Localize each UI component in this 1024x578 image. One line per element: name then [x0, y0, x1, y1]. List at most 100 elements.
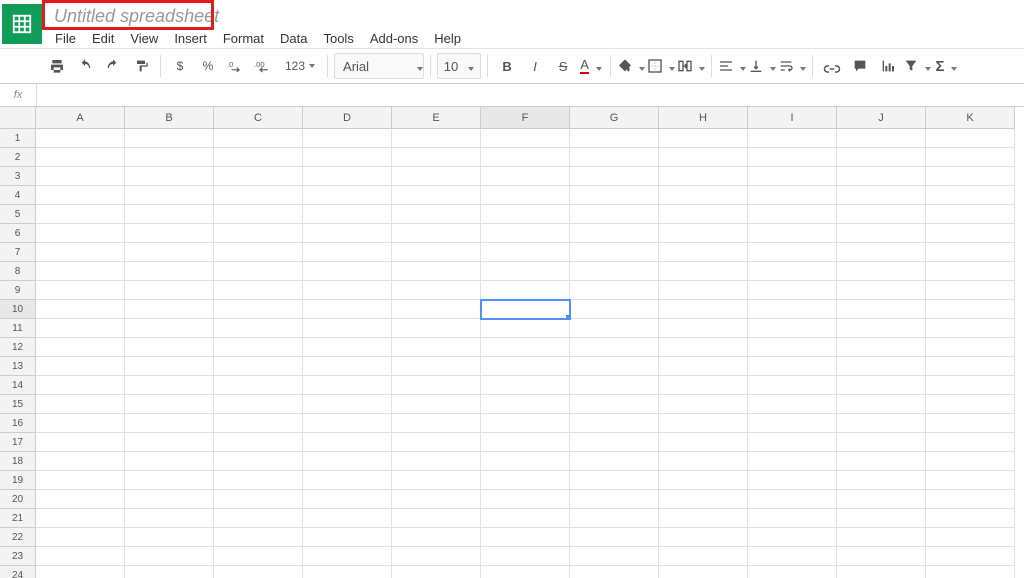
cell[interactable]: [748, 471, 837, 490]
cell[interactable]: [570, 281, 659, 300]
cell[interactable]: [125, 129, 214, 148]
cell[interactable]: [659, 566, 748, 578]
column-header[interactable]: G: [570, 107, 659, 129]
cell[interactable]: [125, 376, 214, 395]
cell[interactable]: [837, 281, 926, 300]
column-header[interactable]: K: [926, 107, 1015, 129]
cell[interactable]: [837, 205, 926, 224]
increase-decimal-button[interactable]: .00: [251, 53, 277, 79]
column-header[interactable]: C: [214, 107, 303, 129]
cell[interactable]: [214, 148, 303, 167]
cell[interactable]: [748, 319, 837, 338]
cell[interactable]: [570, 300, 659, 319]
cell[interactable]: [659, 452, 748, 471]
cell[interactable]: [303, 167, 392, 186]
row-header[interactable]: 11: [0, 319, 36, 338]
cell[interactable]: [926, 300, 1015, 319]
cell[interactable]: [214, 528, 303, 547]
cell[interactable]: [570, 471, 659, 490]
cell[interactable]: [214, 490, 303, 509]
cell[interactable]: [570, 509, 659, 528]
menu-insert[interactable]: Insert: [167, 29, 214, 48]
cell[interactable]: [36, 148, 125, 167]
menu-data[interactable]: Data: [273, 29, 314, 48]
cell[interactable]: [392, 414, 481, 433]
cell[interactable]: [659, 205, 748, 224]
cell[interactable]: [837, 395, 926, 414]
cell[interactable]: [214, 129, 303, 148]
cell[interactable]: [748, 452, 837, 471]
cell[interactable]: [125, 281, 214, 300]
cell[interactable]: [36, 490, 125, 509]
cell[interactable]: [570, 319, 659, 338]
row-header[interactable]: 3: [0, 167, 36, 186]
cell[interactable]: [748, 395, 837, 414]
cell[interactable]: [748, 262, 837, 281]
cell[interactable]: [214, 547, 303, 566]
cell[interactable]: [570, 395, 659, 414]
cell[interactable]: [36, 243, 125, 262]
cell[interactable]: [926, 357, 1015, 376]
cell[interactable]: [214, 319, 303, 338]
cell[interactable]: [303, 148, 392, 167]
undo-button[interactable]: [72, 53, 98, 79]
cell[interactable]: [659, 547, 748, 566]
cell[interactable]: [392, 395, 481, 414]
row-header[interactable]: 1: [0, 129, 36, 148]
cell[interactable]: [481, 167, 570, 186]
cell[interactable]: [303, 452, 392, 471]
cell[interactable]: [659, 167, 748, 186]
insert-comment-button[interactable]: [847, 53, 873, 79]
cell[interactable]: [748, 338, 837, 357]
cell[interactable]: [303, 490, 392, 509]
cell[interactable]: [125, 471, 214, 490]
cell[interactable]: [659, 224, 748, 243]
cell[interactable]: [36, 433, 125, 452]
cell[interactable]: [214, 414, 303, 433]
cell[interactable]: [926, 281, 1015, 300]
cell[interactable]: [481, 243, 570, 262]
cell[interactable]: [392, 452, 481, 471]
cell[interactable]: [36, 319, 125, 338]
cell[interactable]: [570, 376, 659, 395]
row-header[interactable]: 20: [0, 490, 36, 509]
cell[interactable]: [481, 509, 570, 528]
cell[interactable]: [392, 357, 481, 376]
cell[interactable]: [659, 376, 748, 395]
cell[interactable]: [303, 357, 392, 376]
cell[interactable]: [481, 148, 570, 167]
cell[interactable]: [125, 433, 214, 452]
cell[interactable]: [214, 395, 303, 414]
font-family-select[interactable]: Arial: [334, 53, 424, 79]
row-header[interactable]: 17: [0, 433, 36, 452]
cell[interactable]: [125, 243, 214, 262]
cell[interactable]: [659, 509, 748, 528]
cell[interactable]: [214, 186, 303, 205]
vertical-align-button[interactable]: [748, 53, 776, 79]
cell[interactable]: [214, 566, 303, 578]
cell[interactable]: [481, 452, 570, 471]
cell[interactable]: [214, 224, 303, 243]
cell[interactable]: [570, 129, 659, 148]
cell[interactable]: [125, 338, 214, 357]
decrease-decimal-button[interactable]: .0: [223, 53, 249, 79]
cell[interactable]: [36, 167, 125, 186]
text-color-button[interactable]: A: [578, 53, 604, 79]
cell[interactable]: [837, 452, 926, 471]
cell[interactable]: [36, 509, 125, 528]
cell[interactable]: [570, 224, 659, 243]
column-header[interactable]: D: [303, 107, 392, 129]
cell[interactable]: [303, 414, 392, 433]
cell[interactable]: [837, 224, 926, 243]
cell[interactable]: [392, 528, 481, 547]
cell[interactable]: [36, 262, 125, 281]
bold-button[interactable]: B: [494, 53, 520, 79]
row-header[interactable]: 2: [0, 148, 36, 167]
cell[interactable]: [214, 452, 303, 471]
cell[interactable]: [481, 566, 570, 578]
cell[interactable]: [748, 243, 837, 262]
cell[interactable]: [36, 452, 125, 471]
column-header[interactable]: A: [36, 107, 125, 129]
cell[interactable]: [481, 205, 570, 224]
cell[interactable]: [570, 262, 659, 281]
